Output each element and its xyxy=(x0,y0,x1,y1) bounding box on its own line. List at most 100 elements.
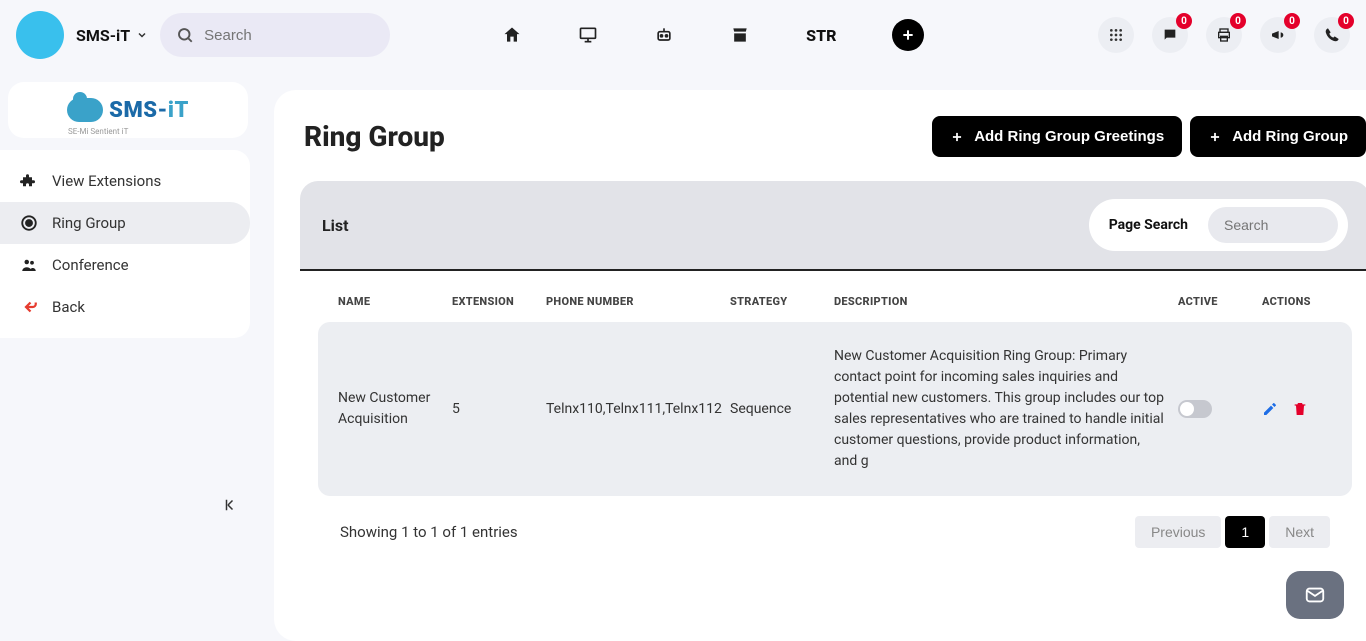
store-icon xyxy=(730,25,750,45)
th-description: DESCRIPTION xyxy=(834,295,1164,308)
page-search-input[interactable] xyxy=(1208,207,1338,243)
nav-bot[interactable] xyxy=(654,25,674,45)
desktop-icon xyxy=(578,25,598,45)
logo-subtitle: SE-Mi Sentient iT xyxy=(68,127,128,136)
sidebar-item-conference[interactable]: Conference xyxy=(0,244,250,286)
add-ring-group-button[interactable]: Add Ring Group xyxy=(1190,116,1366,157)
announce-button[interactable]: 0 xyxy=(1260,17,1296,53)
next-button[interactable]: Next xyxy=(1269,516,1330,548)
data-table: NAME EXTENSION PHONE NUMBER STRATEGY DES… xyxy=(318,295,1352,496)
apps-button[interactable] xyxy=(1098,17,1134,53)
page-search-label: Page Search xyxy=(1109,217,1188,233)
table-header-row: NAME EXTENSION PHONE NUMBER STRATEGY DES… xyxy=(318,295,1352,322)
add-button[interactable] xyxy=(892,19,924,51)
sidebar-item-view-extensions[interactable]: View Extensions xyxy=(0,160,250,202)
edit-icon[interactable] xyxy=(1262,401,1278,417)
content-card: Ring Group Add Ring Group Greetings Add … xyxy=(274,90,1366,641)
chat-button[interactable]: 0 xyxy=(1152,17,1188,53)
nav-store[interactable] xyxy=(730,25,750,45)
global-search[interactable] xyxy=(160,13,390,57)
td-name: New Customer Acquisition xyxy=(338,388,438,430)
nav-str[interactable]: STR xyxy=(806,26,836,45)
main: Ring Group Add Ring Group Greetings Add … xyxy=(260,70,1366,641)
btn-label: Add Ring Group Greetings xyxy=(974,128,1164,145)
sidebar-item-label: View Extensions xyxy=(52,172,161,190)
str-label: STR xyxy=(806,26,836,45)
logo-main: SMS- xyxy=(109,98,168,123)
page-header: Ring Group Add Ring Group Greetings Add … xyxy=(300,116,1366,181)
prev-button[interactable]: Previous xyxy=(1135,516,1221,548)
sidebar-menu: View Extensions Ring Group Conference Ba… xyxy=(0,150,250,338)
home-icon xyxy=(502,25,522,45)
print-badge: 0 xyxy=(1230,13,1246,29)
print-icon xyxy=(1216,27,1232,43)
th-extension: EXTENSION xyxy=(452,295,532,308)
plus-icon xyxy=(1208,130,1222,144)
logo[interactable]: SMS-iT SE-Mi Sentient iT xyxy=(8,82,248,138)
help-float-button[interactable] xyxy=(1286,571,1344,619)
list-label: List xyxy=(322,216,349,235)
header-actions: Add Ring Group Greetings Add Ring Group xyxy=(932,116,1366,157)
btn-label: Add Ring Group xyxy=(1232,128,1348,145)
org-name: SMS-iT xyxy=(76,26,130,45)
td-strategy: Sequence xyxy=(730,399,820,420)
layout: SMS-iT SE-Mi Sentient iT View Extensions… xyxy=(0,70,1366,641)
phone-button[interactable]: 0 xyxy=(1314,17,1350,53)
sidebar-item-back[interactable]: Back xyxy=(0,286,250,328)
announce-badge: 0 xyxy=(1284,13,1300,29)
th-name: NAME xyxy=(338,295,438,308)
table-footer: Showing 1 to 1 of 1 entries Previous 1 N… xyxy=(318,496,1352,552)
pagination: Previous 1 Next xyxy=(1135,516,1330,548)
add-greetings-button[interactable]: Add Ring Group Greetings xyxy=(932,116,1182,157)
th-strategy: STRATEGY xyxy=(730,295,820,308)
top-right: 0 0 0 0 xyxy=(1098,17,1350,53)
entries-text: Showing 1 to 1 of 1 entries xyxy=(340,523,518,541)
td-active xyxy=(1178,400,1248,418)
chat-icon xyxy=(1162,27,1178,43)
page-1-button[interactable]: 1 xyxy=(1225,516,1265,548)
search-icon xyxy=(176,26,194,44)
sidebar-item-label: Conference xyxy=(52,256,129,274)
table-card: List Page Search NAME EXTENSION PHONE NU… xyxy=(300,181,1366,566)
sidebar-item-label: Ring Group xyxy=(52,214,126,232)
td-phone: Telnx110,Telnx111,Telnx112 xyxy=(546,399,716,420)
chat-badge: 0 xyxy=(1176,13,1192,29)
cloud-icon xyxy=(67,98,103,122)
table-body: NAME EXTENSION PHONE NUMBER STRATEGY DES… xyxy=(300,271,1366,566)
robot-icon xyxy=(654,25,674,45)
logo-accent: iT xyxy=(168,98,189,123)
users-icon xyxy=(20,256,38,274)
delete-icon[interactable] xyxy=(1292,401,1308,417)
sidebar-item-ring-group[interactable]: Ring Group xyxy=(0,202,250,244)
avatar[interactable] xyxy=(16,11,64,59)
chevron-down-icon xyxy=(136,29,148,41)
plus-icon xyxy=(900,27,916,43)
collapse-sidebar-button[interactable] xyxy=(222,496,240,518)
top-nav: STR xyxy=(502,19,924,51)
page-title: Ring Group xyxy=(304,120,445,153)
th-active: ACTIVE xyxy=(1178,295,1248,308)
sidebar-item-label: Back xyxy=(52,298,85,316)
search-input[interactable] xyxy=(204,27,374,44)
plus-icon xyxy=(950,130,964,144)
active-toggle[interactable] xyxy=(1178,400,1212,418)
nav-home[interactable] xyxy=(502,25,522,45)
th-actions: ACTIONS xyxy=(1262,295,1332,308)
th-phone: PHONE NUMBER xyxy=(546,295,716,308)
td-description: New Customer Acquisition Ring Group: Pri… xyxy=(834,346,1164,472)
td-extension: 5 xyxy=(452,399,532,420)
grid-icon xyxy=(1108,27,1124,43)
nav-desktop[interactable] xyxy=(578,25,598,45)
td-actions xyxy=(1262,401,1332,417)
org-switcher[interactable]: SMS-iT xyxy=(76,26,148,45)
sidebar: SMS-iT SE-Mi Sentient iT View Extensions… xyxy=(0,70,260,641)
back-arrow-icon xyxy=(20,298,38,316)
megaphone-icon xyxy=(1270,27,1286,43)
phone-badge: 0 xyxy=(1338,13,1354,29)
print-button[interactable]: 0 xyxy=(1206,17,1242,53)
page-search: Page Search xyxy=(1089,199,1348,251)
table-row: New Customer Acquisition 5 Telnx110,Teln… xyxy=(318,322,1352,496)
table-header: List Page Search xyxy=(300,181,1366,269)
ring-icon xyxy=(20,214,38,232)
phone-icon xyxy=(1324,27,1340,43)
